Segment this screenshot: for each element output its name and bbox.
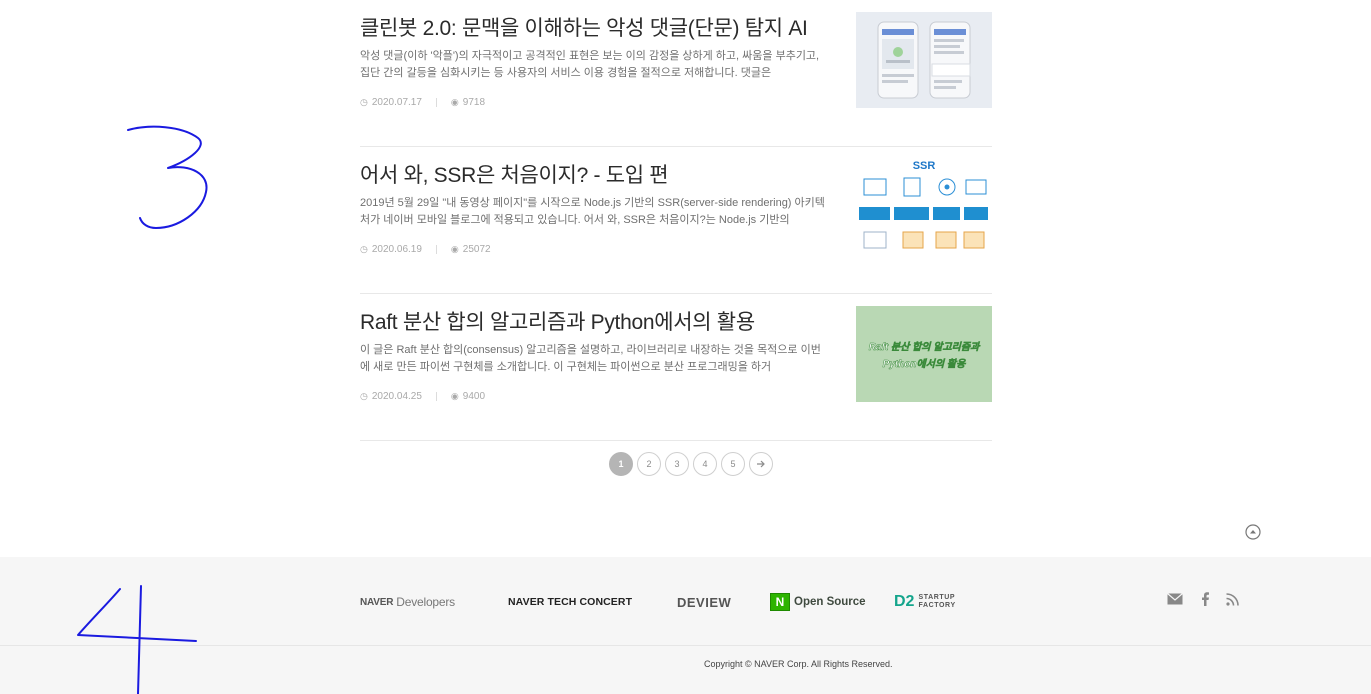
post-item[interactable]: 클린봇 2.0: 문맥을 이해하는 악성 댓글(단문) 탐지 AI 악성 댓글(… xyxy=(360,0,992,147)
post-excerpt: 악성 댓글(이하 '악플')의 자극적이고 공격적인 표현은 보는 이의 감정을… xyxy=(360,50,820,79)
post-title[interactable]: 클린봇 2.0: 문맥을 이해하는 악성 댓글(단문) 탐지 AI xyxy=(360,12,808,42)
open-source-label: Open Source xyxy=(794,596,866,608)
pagination: 1 2 3 4 5 xyxy=(609,452,777,476)
scroll-top-button[interactable] xyxy=(1245,524,1261,540)
footer-link-deview[interactable]: DEVIEW xyxy=(677,594,731,610)
startup-label: STARTUP xyxy=(918,594,956,601)
naver-developers-light: Developers xyxy=(396,595,455,609)
mail-icon xyxy=(1167,593,1183,605)
clock-icon: ◷ xyxy=(360,97,368,107)
mail-button[interactable] xyxy=(1166,590,1184,608)
eye-icon: ◉ xyxy=(450,244,459,254)
post-thumbnail-phones[interactable] xyxy=(856,12,992,108)
post-views: 9718 xyxy=(462,97,486,108)
handwritten-number-3 xyxy=(127,125,208,229)
post-item[interactable]: 어서 와, SSR은 처음이지? - 도입 편 2019년 5월 29일 "내 … xyxy=(360,147,992,294)
post-thumbnail-raft[interactable]: Raft 분산 합의 알고리즘과 Python에서의 활용 xyxy=(856,306,992,402)
post-views: 25072 xyxy=(462,244,491,255)
clock-icon: ◷ xyxy=(360,391,368,401)
raft-thumb-line1: Raft 분산 합의 알고리즘과 xyxy=(868,342,980,354)
footer-link-naver-developers[interactable]: NAVER Developers xyxy=(360,594,455,610)
post-title[interactable]: Raft 분산 합의 알고리즘과 Python에서의 활용 xyxy=(360,306,755,336)
post-date: 2020.04.25 xyxy=(371,391,422,402)
meta-divider xyxy=(435,392,437,401)
next-page-button[interactable] xyxy=(749,452,773,476)
startup-factory-label: STARTUP FACTORY xyxy=(918,594,955,610)
post-title[interactable]: 어서 와, SSR은 처음이지? - 도입 편 xyxy=(360,159,669,189)
footer-link-open-source[interactable]: N Open Source xyxy=(770,593,866,611)
factory-label: FACTORY xyxy=(918,602,956,609)
rss-icon xyxy=(1225,592,1239,606)
eye-icon: ◉ xyxy=(450,97,459,107)
open-source-logo-icon: N xyxy=(770,593,790,611)
facebook-button[interactable] xyxy=(1196,590,1214,608)
copyright-text: Copyright © NAVER Corp. All Rights Reser… xyxy=(704,659,893,669)
post-views: 9400 xyxy=(462,391,486,402)
post-excerpt: 이 글은 Raft 분산 합의(consensus) 알고리즘을 설명하고, 라… xyxy=(360,344,821,373)
footer-link-tech-concert[interactable]: NAVER TECH CONCERT xyxy=(508,594,632,610)
post-item[interactable]: Raft 분산 합의 알고리즘과 Python에서의 활용 이 글은 Raft … xyxy=(360,294,992,441)
meta-divider xyxy=(435,98,437,107)
page-button-2[interactable]: 2 xyxy=(637,452,661,476)
facebook-icon xyxy=(1202,592,1209,606)
footer-divider xyxy=(0,645,1371,646)
page-button-1[interactable]: 1 xyxy=(609,452,633,476)
post-date: 2020.07.17 xyxy=(371,97,422,108)
naver-developers-bold: NAVER xyxy=(360,596,394,608)
post-meta: ◷ 2020.07.17 ◉ 9718 xyxy=(360,97,485,108)
d2-logo: D2 xyxy=(894,593,915,610)
arrow-up-circle-icon xyxy=(1245,524,1261,540)
post-thumbnail-ssr-diagram[interactable]: SSR xyxy=(856,159,992,255)
rss-button[interactable] xyxy=(1223,590,1241,608)
post-meta: ◷ 2020.06.19 ◉ 25072 xyxy=(360,244,491,255)
eye-icon: ◉ xyxy=(450,391,459,401)
footer: NAVER Developers NAVER TECH CONCERT DEVI… xyxy=(0,557,1371,694)
meta-divider xyxy=(435,245,437,254)
ssr-thumb-label: SSR xyxy=(913,160,936,172)
page-button-4[interactable]: 4 xyxy=(693,452,717,476)
page-button-3[interactable]: 3 xyxy=(665,452,689,476)
footer-link-d2-startup-factory[interactable]: D2 STARTUP FACTORY xyxy=(894,593,956,610)
post-list: 클린봇 2.0: 문맥을 이해하는 악성 댓글(단문) 탐지 AI 악성 댓글(… xyxy=(360,0,992,441)
raft-thumb-line2: Python에서의 활용 xyxy=(882,359,966,371)
arrow-right-icon xyxy=(757,460,765,468)
post-excerpt: 2019년 5월 29일 "내 동영상 페이지"를 시작으로 Node.js 기… xyxy=(360,197,825,226)
clock-icon: ◷ xyxy=(360,244,368,254)
post-date: 2020.06.19 xyxy=(371,244,422,255)
post-meta: ◷ 2020.04.25 ◉ 9400 xyxy=(360,391,485,402)
page-button-5[interactable]: 5 xyxy=(721,452,745,476)
